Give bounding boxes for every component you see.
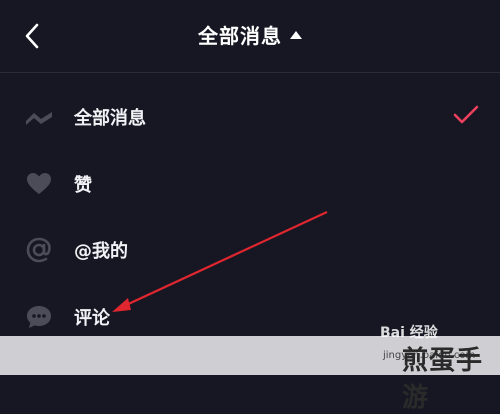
menu-item-label: 评论 (74, 308, 110, 329)
header-bar: 全部消息 (0, 0, 500, 73)
page-title-dropdown[interactable]: 全部消息 (0, 20, 500, 49)
at-icon (24, 235, 54, 265)
menu-item-likes[interactable]: 赞 (0, 154, 500, 214)
menu-item-label: 全部消息 (74, 108, 146, 129)
caret-up-icon (290, 30, 302, 39)
menu-item-label: 赞 (74, 175, 92, 196)
menu-item-all-messages[interactable]: 全部消息 (0, 87, 500, 147)
game-watermark: 煎蛋手游 (402, 346, 484, 413)
wave-icon (24, 102, 54, 132)
baidu-watermark: Bai 经验 (380, 325, 438, 341)
menu-item-mentions[interactable]: @我的 (0, 220, 500, 280)
checkmark-icon (452, 104, 480, 130)
page-title: 全部消息 (198, 24, 282, 48)
menu-item-label: @我的 (74, 241, 128, 262)
heart-icon (24, 169, 54, 199)
chat-bubble-icon (24, 302, 54, 332)
